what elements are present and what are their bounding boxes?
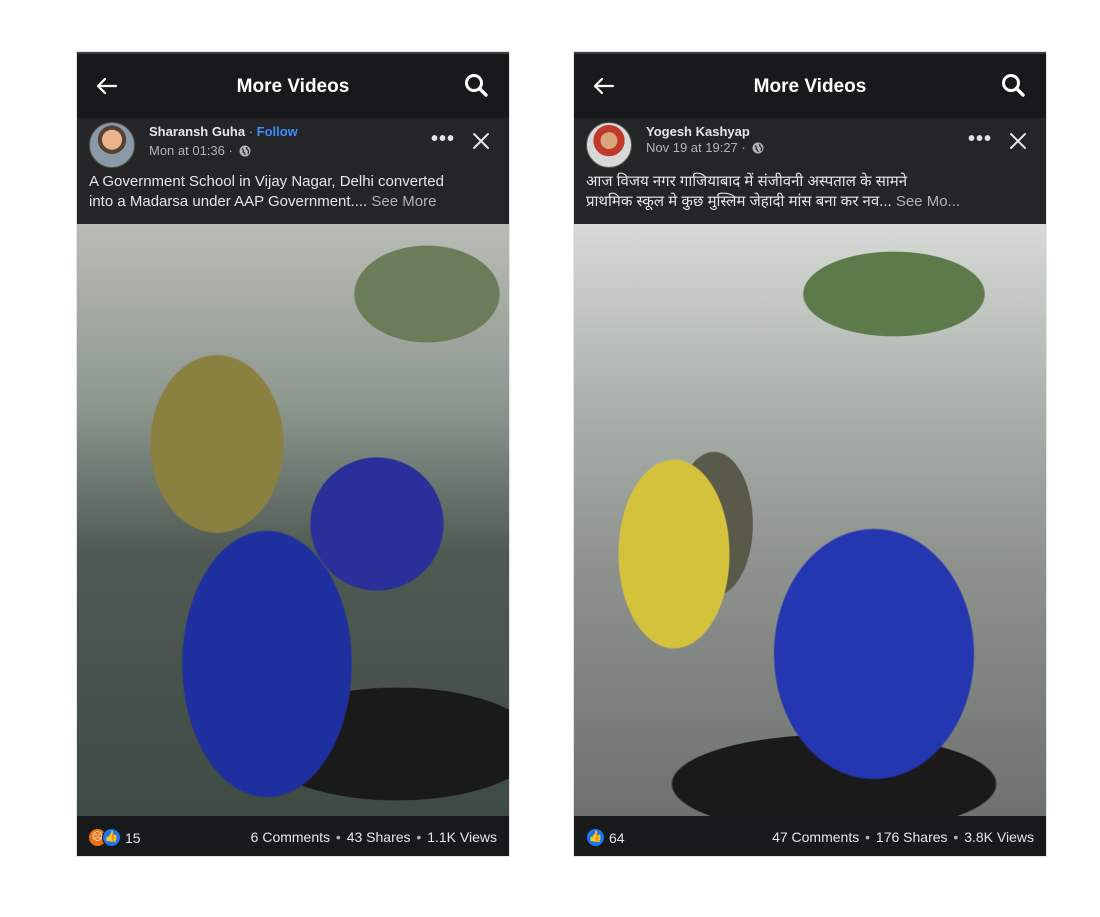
separator: · (245, 124, 257, 139)
views-count: 3.8K Views (964, 829, 1034, 845)
video-viewer-left: More Videos Sharansh Guha · Follow Mon a… (77, 52, 509, 856)
close-icon[interactable] (1008, 131, 1028, 151)
more-options-icon[interactable]: ••• (968, 128, 992, 151)
see-more-link[interactable]: See More (367, 193, 436, 210)
reaction-count: 15 (125, 829, 141, 846)
engagement-bar: ☹👍 15 6 Comments • 43 Shares • 1.1K Views (77, 816, 509, 856)
video-player[interactable] (77, 224, 509, 822)
post-caption: A Government School in Vijay Nagar, Delh… (77, 168, 509, 224)
globe-icon (239, 145, 251, 157)
comments-count[interactable]: 6 Comments (251, 829, 330, 845)
close-icon[interactable] (471, 131, 491, 151)
top-bar: More Videos (574, 54, 1046, 118)
page-title: More Videos (236, 76, 350, 97)
search-icon[interactable] (463, 72, 489, 98)
shares-count[interactable]: 43 Shares (347, 829, 411, 845)
reactions[interactable]: ☹👍 15 (89, 828, 141, 847)
avatar[interactable] (586, 122, 632, 168)
separator: • (416, 829, 422, 845)
more-options-icon[interactable]: ••• (431, 128, 455, 151)
like-reaction-icon: 👍 (586, 828, 605, 847)
see-more-link[interactable]: See Mo... (892, 193, 960, 210)
reaction-count: 64 (609, 829, 625, 846)
separator: • (865, 829, 871, 845)
follow-button[interactable]: Follow (257, 124, 298, 139)
counts: 47 Comments • 176 Shares • 3.8K Views (772, 829, 1034, 845)
like-reaction-icon: 👍 (102, 828, 121, 847)
video-player[interactable] (574, 224, 1046, 822)
shares-count[interactable]: 176 Shares (876, 829, 948, 845)
caption-line: प्राथमिक स्कूल मे कुछ मुस्लिम जेहादी मां… (586, 193, 892, 210)
avatar[interactable] (89, 122, 135, 168)
counts: 6 Comments • 43 Shares • 1.1K Views (251, 829, 497, 845)
separator: • (953, 829, 959, 845)
top-bar: More Videos (77, 54, 509, 118)
post-header: Yogesh Kashyap Nov 19 at 19:27 · ••• (574, 118, 1046, 168)
page-title: More Videos (753, 76, 867, 97)
post-header: Sharansh Guha · Follow Mon at 01:36 · ••… (77, 118, 509, 168)
post-timestamp[interactable]: Nov 19 at 19:27 · (646, 140, 749, 155)
video-viewer-right: More Videos Yogesh Kashyap Nov 19 at 19:… (574, 52, 1046, 856)
reactions[interactable]: 👍 64 (586, 828, 625, 847)
separator: • (335, 829, 341, 845)
post-caption: आज विजय नगर गाजियाबाद में संजीवनी अस्पता… (574, 168, 1046, 224)
comments-count[interactable]: 47 Comments (772, 829, 859, 845)
post-timestamp[interactable]: Mon at 01:36 · (149, 143, 236, 158)
engagement-bar: 👍 64 47 Comments • 176 Shares • 3.8K View… (574, 816, 1046, 856)
globe-icon (752, 142, 764, 154)
views-count: 1.1K Views (427, 829, 497, 845)
search-icon[interactable] (1000, 72, 1026, 98)
author-name[interactable]: Yogesh Kashyap (646, 124, 750, 139)
caption-line: into a Madarsa under AAP Government.... (89, 193, 368, 210)
caption-line: A Government School in Vijay Nagar, Delh… (89, 173, 444, 190)
caption-line: आज विजय नगर गाजियाबाद में संजीवनी अस्पता… (586, 173, 908, 190)
author-name[interactable]: Sharansh Guha (149, 124, 245, 139)
